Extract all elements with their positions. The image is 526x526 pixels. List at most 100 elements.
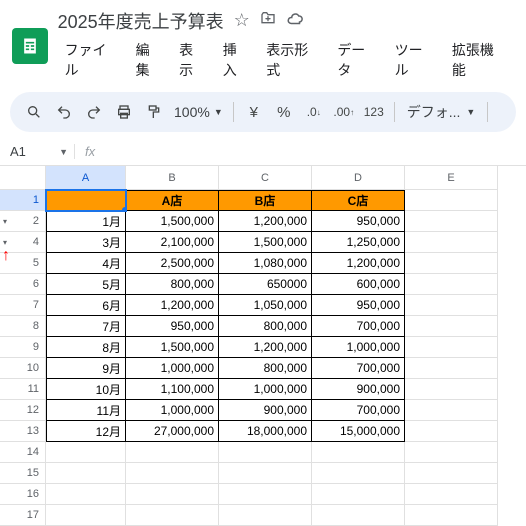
star-icon[interactable]: ☆ [234,10,250,33]
cell[interactable]: 1,080,000 [219,253,312,274]
cell[interactable]: 900,000 [219,400,312,421]
cell[interactable] [219,442,312,463]
group-caret-icon[interactable]: ▾ [3,217,7,226]
select-all-corner[interactable] [0,166,46,190]
menu-edit[interactable]: 編集 [129,36,171,84]
cell[interactable]: 900,000 [312,379,405,400]
cell[interactable] [219,505,312,526]
fx-icon[interactable]: fx [74,144,105,159]
row-header[interactable]: 17 [0,505,46,526]
row-header[interactable]: ▾2 [0,211,46,232]
cell[interactable] [405,190,498,211]
menu-extensions[interactable]: 拡張機能 [445,36,514,84]
percent-icon[interactable]: % [270,98,298,126]
move-icon[interactable] [260,10,276,33]
cell[interactable]: 7月 [46,316,126,337]
cell[interactable]: 5月 [46,274,126,295]
cell[interactable] [405,421,498,442]
cell[interactable]: 4月 [46,253,126,274]
cell[interactable]: 1月 [46,211,126,232]
group-caret-icon[interactable]: ▾ [3,238,7,247]
row-header[interactable]: 7 [0,295,46,316]
decrease-decimal-icon[interactable]: .0↓ [300,98,328,126]
cell[interactable]: 1,000,000 [312,337,405,358]
cell[interactable]: 1,500,000 [126,211,219,232]
cell[interactable] [405,295,498,316]
doc-title[interactable]: 2025年度売上予算表 [58,8,224,34]
cell[interactable]: 650000 [219,274,312,295]
cell[interactable]: 11月 [46,400,126,421]
row-header[interactable]: 10 [0,358,46,379]
row-header[interactable]: 15 [0,463,46,484]
search-icon[interactable] [20,98,48,126]
selection-handle[interactable] [122,207,126,211]
row-header[interactable]: 16 [0,484,46,505]
cell[interactable] [405,400,498,421]
cell[interactable] [46,484,126,505]
sheets-logo[interactable] [12,28,48,64]
cell[interactable]: 1,000,000 [126,400,219,421]
more-formats-icon[interactable]: 123 [360,98,388,126]
cell[interactable]: 1,200,000 [219,337,312,358]
cell[interactable] [405,379,498,400]
cell[interactable] [126,505,219,526]
col-header[interactable]: E [405,166,498,190]
cell[interactable] [405,274,498,295]
cell[interactable] [405,358,498,379]
cell[interactable] [312,442,405,463]
paint-format-icon[interactable] [140,98,168,126]
cell[interactable] [126,442,219,463]
cell[interactable] [405,253,498,274]
cell[interactable]: 10月 [46,379,126,400]
cell[interactable] [405,463,498,484]
cloud-status-icon[interactable] [286,10,304,33]
cell[interactable] [405,505,498,526]
cell[interactable]: 8月 [46,337,126,358]
menu-tools[interactable]: ツール [388,36,443,84]
cell[interactable]: 600,000 [312,274,405,295]
cell[interactable]: 9月 [46,358,126,379]
row-header[interactable]: 8 [0,316,46,337]
cell[interactable]: 12月 [46,421,126,442]
cell[interactable]: 1,200,000 [219,211,312,232]
currency-yen-icon[interactable]: ¥ [240,98,268,126]
row-header[interactable]: 11 [0,379,46,400]
cell[interactable]: 800,000 [219,316,312,337]
cell[interactable]: 700,000 [312,400,405,421]
cell[interactable]: 1,100,000 [126,379,219,400]
menu-view[interactable]: 表示 [172,36,214,84]
cell[interactable]: 1,000,000 [126,358,219,379]
cell[interactable]: 2,500,000 [126,253,219,274]
cell[interactable]: A店 [126,190,219,211]
print-icon[interactable] [110,98,138,126]
cell[interactable]: 800,000 [219,358,312,379]
cell[interactable] [405,211,498,232]
cell[interactable] [405,442,498,463]
cell[interactable]: 1,200,000 [312,253,405,274]
cell-A1[interactable] [46,190,126,211]
cell[interactable]: 800,000 [126,274,219,295]
cell[interactable] [126,484,219,505]
menu-insert[interactable]: 挿入 [216,36,258,84]
cell[interactable] [405,484,498,505]
cell[interactable] [405,337,498,358]
cell[interactable]: 15,000,000 [312,421,405,442]
name-box[interactable]: A1 ▼ [0,144,74,159]
cell[interactable] [312,484,405,505]
cell[interactable]: 1,000,000 [219,379,312,400]
cell[interactable] [405,316,498,337]
menu-data[interactable]: データ [330,36,385,84]
cell[interactable]: 6月 [46,295,126,316]
undo-icon[interactable] [50,98,78,126]
cell[interactable]: 3月 [46,232,126,253]
cell[interactable]: 18,000,000 [219,421,312,442]
col-header[interactable]: C [219,166,312,190]
cell[interactable]: 950,000 [312,295,405,316]
cell[interactable] [219,484,312,505]
cell[interactable] [46,442,126,463]
cell[interactable]: 1,200,000 [126,295,219,316]
zoom-select[interactable]: 100%▼ [170,104,227,120]
row-header[interactable]: 9 [0,337,46,358]
col-header[interactable]: D [312,166,405,190]
cell[interactable] [46,463,126,484]
